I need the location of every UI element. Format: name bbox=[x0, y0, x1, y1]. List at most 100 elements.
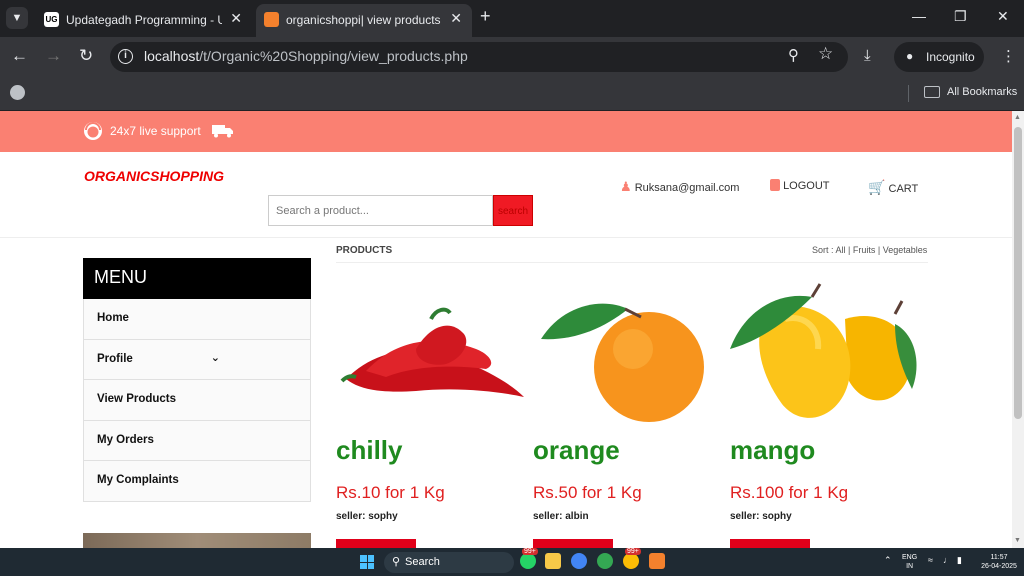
chevron-down-icon: ⌄ bbox=[210, 351, 220, 364]
menu-item-home[interactable]: Home bbox=[83, 299, 311, 340]
browser-toolbar: ← → ↻ i localhost/t/Organic%20Shopping/v… bbox=[0, 37, 1024, 77]
battery-icon[interactable]: ▮ bbox=[957, 556, 962, 565]
browser-tab-updategadh[interactable]: UG Updategadh Programming - Upda ✕ bbox=[36, 4, 252, 37]
add-to-cart-button[interactable] bbox=[730, 539, 810, 548]
product-name[interactable]: mango bbox=[730, 435, 815, 466]
orange-image bbox=[541, 303, 704, 422]
product-search-input[interactable] bbox=[268, 195, 493, 226]
site-info-icon[interactable]: i bbox=[118, 49, 133, 64]
taskbar-search-label: Search bbox=[405, 556, 440, 568]
windows-taskbar: ⚲ Search 99+ 99+ ⌃ ENG IN ≈ ♩ ▮ 11:57 26-0… bbox=[0, 548, 1024, 576]
download-icon[interactable]: ⤓ bbox=[864, 47, 871, 64]
add-to-cart-button[interactable] bbox=[336, 539, 416, 548]
chrome-profile-icon[interactable] bbox=[597, 553, 613, 569]
user-icon: ♟ bbox=[620, 179, 632, 194]
product-seller: seller: sophy bbox=[336, 511, 398, 522]
tab-search-button[interactable]: ▼ bbox=[6, 7, 28, 29]
language-indicator[interactable]: ENG IN bbox=[902, 553, 917, 571]
notification-badge: 99+ bbox=[625, 548, 641, 555]
time: 11:57 bbox=[990, 554, 1008, 561]
bookmark-star-icon[interactable]: ☆ bbox=[818, 44, 833, 64]
volume-icon[interactable]: ♩ bbox=[943, 556, 952, 565]
file-explorer-icon[interactable] bbox=[545, 553, 561, 569]
zoom-icon[interactable]: ⚲ bbox=[788, 46, 799, 64]
tab-title: Updategadh Programming - Upda bbox=[66, 13, 222, 27]
windows-start-icon[interactable] bbox=[360, 555, 374, 569]
close-tab-icon[interactable]: ✕ bbox=[230, 10, 242, 27]
browser-tab-organicshopping[interactable]: organicshoppi| view products ✕ bbox=[256, 4, 472, 37]
product-name[interactable]: chilly bbox=[336, 435, 402, 466]
reload-icon[interactable]: ↻ bbox=[79, 46, 93, 66]
chrome-icon[interactable] bbox=[571, 553, 587, 569]
cart-icon: 🛒 bbox=[868, 179, 886, 195]
incognito-badge[interactable]: ● Incognito bbox=[894, 42, 984, 72]
url-text[interactable]: localhost/t/Organic%20Shopping/view_prod… bbox=[144, 48, 468, 64]
search-button[interactable]: search bbox=[493, 195, 533, 226]
search-icon: ⚲ bbox=[392, 556, 401, 568]
product-card-mango[interactable]: mango Rs.100 for 1 Kg seller: sophy bbox=[730, 279, 920, 548]
xampp-icon[interactable] bbox=[649, 553, 665, 569]
menu-item-my-complaints[interactable]: My Complaints bbox=[83, 461, 311, 502]
menu-item-view-products[interactable]: View Products bbox=[83, 380, 311, 421]
incognito-label: Incognito bbox=[926, 50, 975, 64]
window-close-icon[interactable]: ✕ bbox=[997, 8, 1009, 25]
product-price: Rs.10 for 1 Kg bbox=[336, 483, 445, 502]
whatsapp-icon[interactable] bbox=[520, 553, 536, 569]
date: 26-04-2025 bbox=[981, 563, 1017, 570]
clock[interactable]: 11:57 26-04-2025 bbox=[978, 553, 1020, 571]
user-email: Ruksana@gmail.com bbox=[634, 182, 740, 194]
taskbar-search[interactable]: ⚲ Search bbox=[384, 552, 514, 573]
bookmarks-bar: All Bookmarks bbox=[0, 77, 1024, 111]
product-seller: seller: sophy bbox=[730, 511, 792, 522]
product-card-chilly[interactable]: chilly Rs.10 for 1 Kg seller: sophy bbox=[336, 279, 526, 548]
wifi-icon[interactable]: ≈ bbox=[928, 556, 933, 565]
minimize-icon[interactable]: — bbox=[912, 8, 926, 24]
lock-icon bbox=[770, 179, 780, 191]
mango-image bbox=[730, 283, 917, 418]
folder-icon bbox=[924, 86, 940, 98]
support-text: 24x7 live support bbox=[110, 124, 201, 138]
logout-link[interactable]: LOGOUT bbox=[770, 179, 830, 192]
chilly-image bbox=[340, 307, 524, 397]
sidebar-menu: MENU Home Profile ⌄ View Products My Orde… bbox=[83, 258, 311, 502]
chrome-canary-icon[interactable] bbox=[623, 553, 639, 569]
menu-item-label: View Products bbox=[97, 393, 177, 405]
page-viewport: 24x7 live support ORGANICSHOPPING search… bbox=[0, 111, 1012, 548]
product-name[interactable]: orange bbox=[533, 435, 620, 466]
menu-item-label: Home bbox=[97, 312, 129, 324]
sidebar-banner-image bbox=[83, 533, 311, 548]
back-icon[interactable]: ← bbox=[11, 46, 28, 66]
tray-overflow-icon[interactable]: ⌃ bbox=[884, 556, 892, 565]
menu-item-label: My Orders bbox=[97, 433, 154, 446]
delivery-truck-icon bbox=[212, 125, 233, 138]
all-bookmarks-button[interactable]: All Bookmarks bbox=[947, 86, 1017, 98]
scroll-thumb[interactable] bbox=[1014, 127, 1022, 419]
new-tab-button[interactable]: + bbox=[480, 6, 491, 27]
menu-item-my-orders[interactable]: My Orders bbox=[83, 420, 311, 461]
product-card-orange[interactable]: orange Rs.50 for 1 Kg seller: albin bbox=[533, 279, 723, 548]
close-tab-icon[interactable]: ✕ bbox=[450, 10, 462, 27]
product-price: Rs.100 for 1 Kg bbox=[730, 483, 849, 502]
cart-link[interactable]: 🛒 CART bbox=[868, 179, 918, 196]
scroll-up-icon[interactable]: ▲ bbox=[1014, 114, 1021, 121]
page-scrollbar[interactable]: ▲ ▼ bbox=[1012, 111, 1024, 548]
site-logo[interactable]: ORGANICSHOPPING bbox=[84, 168, 224, 184]
forward-icon[interactable]: → bbox=[45, 46, 62, 66]
product-price: Rs.50 for 1 Kg bbox=[533, 483, 642, 502]
address-bar[interactable]: i localhost/t/Organic%20Shopping/view_pr… bbox=[110, 42, 848, 72]
separator bbox=[908, 85, 909, 102]
sort-links[interactable]: Sort : All | Fruits | Vegetables bbox=[812, 245, 927, 255]
lang-code: ENG bbox=[902, 554, 918, 561]
site-header: ORGANICSHOPPING search ♟ Ruksana@gmail.c… bbox=[0, 152, 1012, 238]
scroll-down-icon[interactable]: ▼ bbox=[1014, 537, 1021, 544]
menu-dots-icon[interactable]: ⋮ bbox=[1001, 47, 1016, 65]
user-account-link[interactable]: ♟ Ruksana@gmail.com bbox=[620, 179, 739, 195]
product-seller: seller: albin bbox=[533, 511, 589, 522]
xampp-favicon-icon bbox=[264, 12, 279, 27]
globe-icon[interactable] bbox=[10, 85, 25, 100]
support-agent-icon bbox=[84, 122, 102, 140]
add-to-cart-button[interactable] bbox=[533, 539, 613, 548]
menu-item-profile[interactable]: Profile ⌄ bbox=[83, 339, 311, 380]
restore-icon[interactable]: ❐ bbox=[954, 8, 967, 25]
products-heading: PRODUCTS bbox=[336, 245, 393, 256]
